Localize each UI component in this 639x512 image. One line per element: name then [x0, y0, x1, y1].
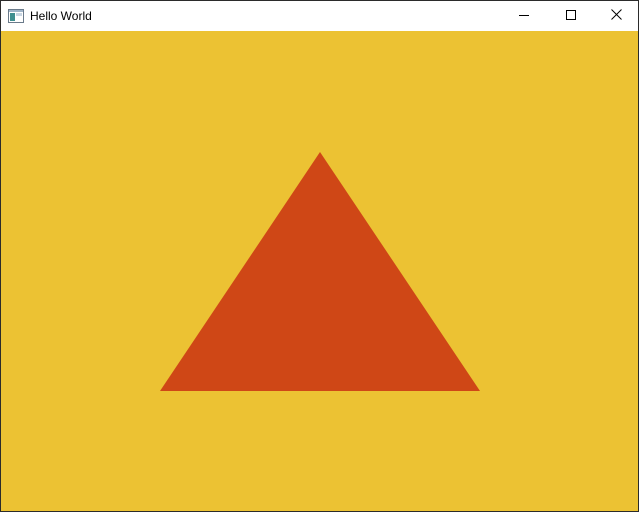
app-window-icon: [8, 8, 24, 24]
minimize-icon: [519, 7, 529, 25]
minimize-button[interactable]: [501, 1, 547, 31]
title-bar[interactable]: Hello World: [1, 1, 638, 31]
render-canvas[interactable]: [1, 31, 638, 511]
maximize-icon: [566, 7, 576, 25]
canvas-svg: [1, 31, 638, 511]
maximize-button[interactable]: [548, 1, 594, 31]
app-window: Hello World: [0, 0, 639, 512]
close-button[interactable]: [593, 1, 638, 31]
close-icon: [610, 7, 622, 25]
window-title: Hello World: [30, 9, 92, 23]
